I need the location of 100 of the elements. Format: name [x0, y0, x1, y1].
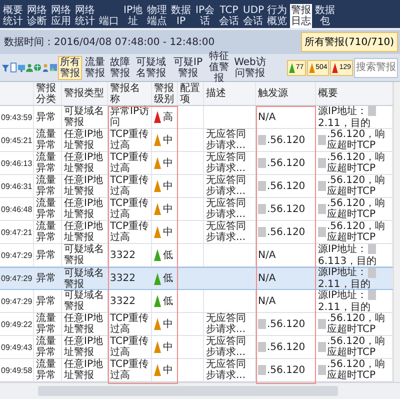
alarm-filter-tab[interactable]: 所有警报	[58, 56, 82, 80]
tab[interactable]: IP地址	[122, 4, 144, 28]
type-cell: 可疑域名警报	[64, 290, 105, 312]
column-header[interactable]: 警报名称	[110, 82, 149, 104]
cell-text: .56.120，响应超时TCP	[327, 359, 386, 381]
redaction-block	[258, 342, 266, 352]
cell-text: 2.11，目的	[318, 279, 370, 290]
cell-text: .56.120	[267, 204, 306, 214]
alarm-name-cell: TCP重传过高	[110, 359, 149, 381]
tab[interactable]: 警报日志	[290, 4, 312, 28]
description-cell-text: 无应答同步请求...	[206, 175, 247, 197]
description-cell-text: 无应答同步请求...	[206, 221, 247, 243]
tab[interactable]: 网络统计	[74, 4, 96, 28]
cell-text: 2.11，目的	[318, 118, 370, 128]
column-header[interactable]: 警报类型	[64, 88, 104, 99]
time-cell: 09:49:43	[1, 342, 32, 352]
description-cell-text: 无应答同步请求...	[206, 359, 247, 381]
cell-text: 6.113，目的	[318, 256, 377, 266]
description-cell-text: 无应答同步请求...	[206, 198, 247, 220]
time-cell: 09:47:29	[1, 250, 32, 260]
cell-text: 源IP地址：	[318, 290, 367, 300]
tab[interactable]: UDP会话	[242, 4, 264, 28]
cell-text: .56.120	[267, 180, 306, 192]
column-header[interactable]: 触发源	[258, 88, 288, 99]
people-icon[interactable]	[26, 62, 33, 73]
column-header[interactable]: 配置项	[180, 82, 201, 104]
alarm-name-cell: TCP重传过高	[110, 313, 149, 335]
alarm-filter-tab[interactable]: 可疑IP警报	[170, 56, 206, 80]
severity-label: 低	[163, 273, 173, 284]
category-cell-text: 流量异常	[36, 198, 57, 220]
cell-text: .56.120	[267, 134, 306, 146]
tab[interactable]: 物理端点	[146, 4, 168, 28]
alarm-filter-tab[interactable]: 故障警报	[108, 56, 132, 80]
cell-text: 源IP地址：	[318, 244, 367, 254]
cell-text: N/A	[258, 112, 276, 122]
tab[interactable]: 端口	[98, 15, 120, 28]
data-time-range: 数据时间：2016/04/08 07:48:00 - 12:48:00	[4, 36, 215, 49]
alarm-name-cell: 3322	[110, 296, 136, 306]
user-icon[interactable]	[42, 62, 49, 73]
tab[interactable]: 概要统计	[2, 4, 24, 28]
alarm-name-cell: 3322	[110, 250, 136, 260]
type-cell-text: 任意IP地址警报	[64, 359, 104, 381]
description-cell-text: 无应答同步请求...	[206, 313, 247, 335]
severity-label: 中	[163, 226, 173, 238]
search-field[interactable]: 搜索警报	[354, 58, 398, 78]
category-cell-text: 流量异常	[36, 221, 57, 243]
tab[interactable]: 数据包	[314, 4, 336, 28]
time-cell: 09:49:58	[1, 364, 32, 376]
tab[interactable]: TCP会话	[218, 4, 240, 28]
column-header[interactable]: 描述	[206, 88, 226, 99]
redaction-block	[368, 268, 376, 278]
redaction-block	[258, 204, 266, 214]
cell-text: .56.120，响应超时TCP	[327, 221, 386, 243]
redaction-block	[258, 135, 266, 145]
tab[interactable]: 网络诊断	[26, 4, 48, 28]
time-cell: 09:43:59	[1, 112, 32, 122]
type-cell-text: 任意IP地址警报	[64, 313, 104, 335]
column-header[interactable]: 警报级别	[154, 82, 175, 104]
filter-icon[interactable]	[2, 62, 9, 73]
type-cell: 可疑域名警报	[64, 106, 105, 128]
severity-label: 中	[163, 158, 173, 168]
category-cell-text: 流量异常	[36, 129, 57, 151]
redaction-block	[258, 365, 266, 375]
alarm-filter-tab[interactable]: 可疑域名警报	[133, 56, 169, 80]
image-icon[interactable]	[50, 62, 57, 73]
tab[interactable]: 数据IP	[170, 4, 192, 28]
alarm-name-cell: TCP重传过高	[110, 129, 149, 151]
alarm-filter-tab[interactable]: 特征值警报	[207, 50, 231, 85]
tab[interactable]: 网络应用	[50, 4, 72, 28]
scrollbar[interactable]	[393, 82, 400, 382]
alarm-name-cell: TCP重传过高	[110, 175, 149, 197]
redaction-block	[258, 319, 266, 329]
scrollbar[interactable]	[0, 382, 400, 399]
cell-text: .56.120	[267, 318, 306, 330]
tab[interactable]: IP会话	[194, 4, 216, 28]
category-cell: 异常	[36, 273, 56, 284]
column-header[interactable]: 概要	[318, 88, 338, 99]
redaction-block	[318, 158, 326, 168]
column-header[interactable]: 警报分类	[36, 82, 59, 104]
cell-text: .56.120	[267, 226, 306, 238]
cell-text: .56.120，响应超时TCP	[327, 313, 386, 335]
redaction-block	[258, 181, 266, 191]
category-cell-text: 流量异常	[36, 152, 57, 174]
alarm-name-cell: TCP重传过高	[110, 336, 149, 358]
tab[interactable]: 行为概览	[266, 4, 288, 28]
alarm-filter-tab[interactable]: 流量警报	[83, 56, 107, 80]
alarm-name-cell: TCP重传过高	[110, 198, 149, 220]
description-cell-text: 无应答同步请求...	[206, 336, 247, 358]
redaction-block	[318, 135, 326, 145]
severity-label: 高	[163, 112, 173, 122]
alarm-filter-tab[interactable]: Web访问警报	[232, 56, 268, 80]
redaction-block	[318, 365, 326, 375]
type-cell: 可疑域名警报	[64, 244, 105, 266]
redaction-block	[318, 204, 326, 214]
description-cell-text: 无应答同步请求...	[206, 152, 247, 174]
all-alarms-button[interactable]: 所有警报(710/710)	[300, 32, 398, 52]
document-icon[interactable]	[10, 62, 17, 73]
alarm-name-cell: TCP重传过高	[110, 152, 149, 174]
globe-icon[interactable]	[34, 62, 41, 73]
monitor-icon[interactable]	[18, 62, 25, 73]
